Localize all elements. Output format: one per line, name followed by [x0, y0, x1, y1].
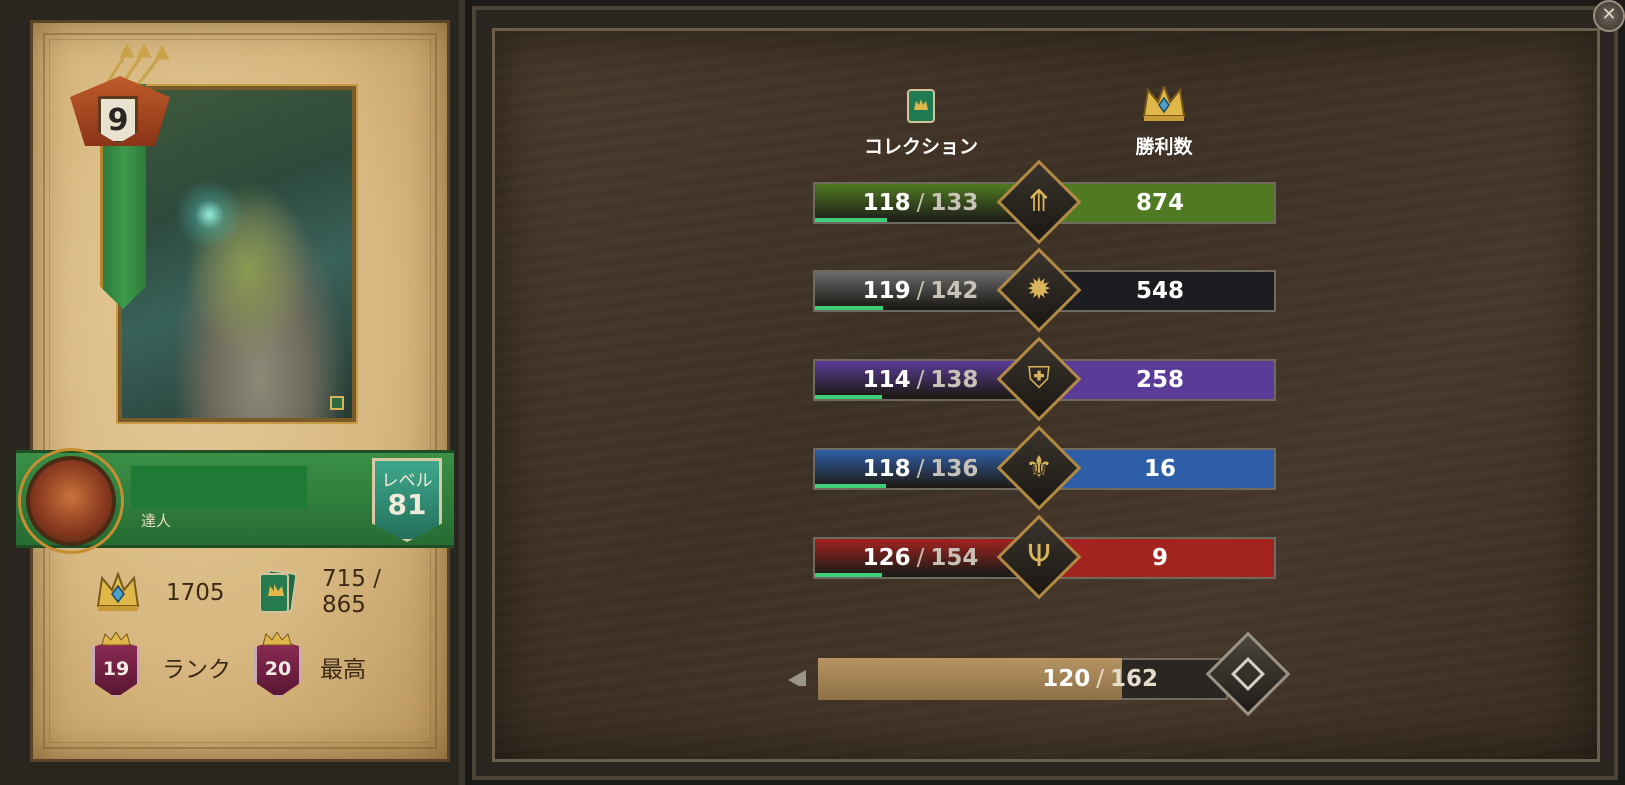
- collection-column-header: コレクション: [863, 136, 978, 158]
- faction-collection-count: 118/136: [813, 448, 1028, 490]
- faction-emblem-glyph: ⛨: [1027, 361, 1051, 396]
- card-rarity-gem-icon: [330, 396, 344, 410]
- faction-total: 133: [930, 190, 979, 216]
- faction-row: 126/154 9 Ψ: [788, 514, 1304, 600]
- faction-owned: 114: [862, 367, 911, 393]
- wins-column-header: 勝利数: [1135, 136, 1193, 158]
- faction-collection-count: 114/138: [813, 359, 1028, 401]
- faction-separator: /: [916, 545, 925, 571]
- faction-owned: 119: [862, 278, 911, 304]
- faction-owned: 118: [862, 190, 911, 216]
- rank-label: ランク: [162, 657, 231, 683]
- faction-collection-count: 118/133: [813, 182, 1028, 224]
- faction-collection-count: 119/142: [813, 270, 1028, 312]
- faction-row: 118/136 16 ⚜: [788, 425, 1304, 511]
- avatar-border: [18, 448, 124, 554]
- faction-emblem-glyph: ⤊: [1026, 184, 1052, 219]
- rank-best-crown-icon: [262, 632, 292, 646]
- neutral-row: 120/162: [788, 631, 1304, 717]
- faction-row: 114/138 258 ⛨: [788, 336, 1304, 422]
- faction-collection-count: 126/154: [813, 537, 1028, 579]
- neutral-separator: /: [1096, 666, 1104, 692]
- faction-row: 118/133 874 ⤊: [788, 159, 1304, 245]
- faction-separator: /: [916, 456, 925, 482]
- faction-owned: 126: [862, 545, 911, 571]
- neutral-owned: 120: [1042, 666, 1091, 692]
- faction-separator: /: [916, 278, 925, 304]
- neutral-collection-count: 120/162: [868, 658, 1158, 700]
- card-collection-icon: [259, 569, 298, 613]
- faction-total: 136: [930, 456, 979, 482]
- rank-best-label: 最高: [320, 657, 366, 683]
- crown-icon: [96, 572, 140, 611]
- faction-owned: 118: [862, 456, 911, 482]
- player-title: 達人: [141, 512, 172, 530]
- faction-total: 154: [930, 545, 979, 571]
- player-name: [131, 466, 307, 508]
- faction-separator: /: [916, 367, 925, 393]
- collection-header-icon: [907, 89, 935, 123]
- total-wins-value: 1705: [166, 580, 225, 606]
- faction-total: 142: [930, 278, 979, 304]
- close-button[interactable]: ✕: [1593, 0, 1625, 32]
- neutral-total: 162: [1109, 666, 1158, 692]
- faction-total: 138: [930, 367, 979, 393]
- rank-crown-icon: [101, 632, 131, 646]
- faction-emblem-glyph: ✹: [1026, 272, 1052, 307]
- faction-emblem-glyph: ⚜: [1025, 450, 1053, 485]
- wins-header-crown-icon: [1142, 86, 1186, 121]
- faction-row: 119/142 548 ✹: [788, 247, 1304, 333]
- faction-separator: /: [916, 190, 925, 216]
- cards-total-value: 865: [322, 592, 366, 618]
- cards-owned-value: 715 /: [322, 566, 381, 592]
- faction-emblem-glyph: Ψ: [1027, 539, 1051, 574]
- level-value: 81: [387, 488, 427, 521]
